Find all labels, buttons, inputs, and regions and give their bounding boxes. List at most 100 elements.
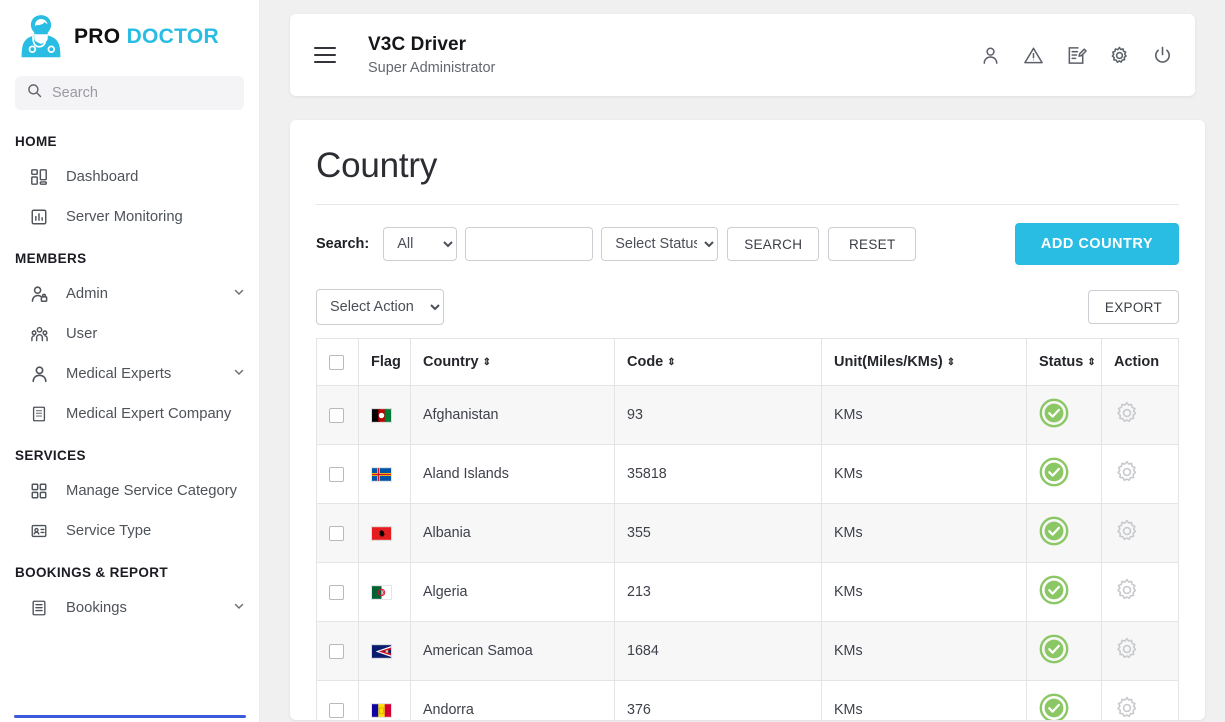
- grid-squares-icon: [28, 480, 50, 502]
- code-cell: 93: [615, 386, 822, 445]
- sidebar-item-admin[interactable]: Admin: [0, 274, 259, 314]
- column-label: Status: [1039, 354, 1083, 370]
- flag-icon: [371, 703, 392, 718]
- row-select-cell: [317, 681, 359, 721]
- flag-cell: [359, 681, 411, 721]
- column-header-status[interactable]: Status ⇕: [1027, 339, 1102, 386]
- column-header-action: Action: [1102, 339, 1179, 386]
- gear-icon[interactable]: [1114, 459, 1140, 485]
- code-cell: 213: [615, 563, 822, 622]
- green-check-circle-icon[interactable]: [1039, 516, 1069, 546]
- row-select-cell: [317, 622, 359, 681]
- settings-gear-icon[interactable]: [1109, 45, 1130, 66]
- select-all-checkbox[interactable]: [329, 355, 344, 370]
- country-cell: American Samoa: [411, 622, 615, 681]
- column-label: Country: [423, 354, 479, 370]
- sort-icon[interactable]: ⇕: [947, 358, 955, 368]
- column-label: Unit(Miles/KMs): [834, 354, 943, 370]
- row-checkbox[interactable]: [329, 644, 344, 659]
- export-button[interactable]: EXPORT: [1088, 290, 1179, 324]
- action-cell: [1102, 622, 1179, 681]
- table-body: Afghanistan93KMsAland Islands35818KMsAlb…: [317, 386, 1179, 721]
- column-header-select-all: [317, 339, 359, 386]
- green-check-circle-icon[interactable]: [1039, 398, 1069, 428]
- row-checkbox[interactable]: [329, 526, 344, 541]
- nav-section-home: HOME: [0, 120, 259, 157]
- filter-bar: Search: All Select Status SEARCH RESET A…: [316, 223, 1179, 265]
- content-card: Country Search: All Select Status SEARCH…: [290, 120, 1205, 720]
- row-checkbox[interactable]: [329, 467, 344, 482]
- row-checkbox[interactable]: [329, 408, 344, 423]
- column-header-country[interactable]: Country ⇕: [411, 339, 615, 386]
- profile-icon[interactable]: [980, 45, 1001, 66]
- table-toolbar: Select Action EXPORT: [316, 289, 1179, 325]
- nav-section-services: SERVICES: [0, 434, 259, 471]
- sidebar-item-medical-expert-company[interactable]: Medical Expert Company: [0, 394, 259, 434]
- code-cell: 376: [615, 681, 822, 721]
- country-cell: Albania: [411, 504, 615, 563]
- alert-triangle-icon[interactable]: [1023, 45, 1044, 66]
- hamburger-icon[interactable]: [314, 47, 336, 63]
- sidebar-search-box[interactable]: Search: [15, 76, 244, 110]
- topbar-titles: V3C Driver Super Administrator: [368, 34, 980, 76]
- sidebar-item-medical-experts[interactable]: Medical Experts: [0, 354, 259, 394]
- search-button[interactable]: SEARCH: [727, 227, 819, 261]
- unit-cell: KMs: [822, 445, 1027, 504]
- chevron-down-icon[interactable]: [233, 286, 245, 302]
- row-checkbox[interactable]: [329, 703, 344, 718]
- search-field-select[interactable]: All: [383, 227, 457, 261]
- add-country-button[interactable]: ADD COUNTRY: [1015, 223, 1179, 265]
- code-cell: 355: [615, 504, 822, 563]
- green-check-circle-icon[interactable]: [1039, 693, 1069, 720]
- chevron-down-icon[interactable]: [233, 600, 245, 616]
- gear-icon[interactable]: [1114, 695, 1140, 720]
- column-header-unit[interactable]: Unit(Miles/KMs) ⇕: [822, 339, 1027, 386]
- reset-button[interactable]: RESET: [828, 227, 916, 261]
- row-select-cell: [317, 445, 359, 504]
- gear-icon[interactable]: [1114, 400, 1140, 426]
- search-icon: [27, 83, 42, 103]
- country-table: Flag Country⇕ Code⇕ Unit(Miles/KMs)⇕ Sta…: [316, 338, 1179, 720]
- status-select[interactable]: Select Status: [601, 227, 718, 261]
- bulk-action-select[interactable]: Select Action: [316, 289, 444, 325]
- sidebar-item-label: Manage Service Category: [66, 482, 245, 501]
- flag-cell: [359, 563, 411, 622]
- sidebar-item-bookings[interactable]: Bookings: [0, 588, 259, 628]
- status-cell: [1027, 445, 1102, 504]
- topbar-subtitle: Super Administrator: [368, 60, 980, 76]
- sidebar-nav: HOME Dashboard: [0, 120, 259, 628]
- sidebar-item-server-monitoring[interactable]: Server Monitoring: [0, 197, 259, 237]
- column-header-code[interactable]: Code⇕: [615, 339, 822, 386]
- unit-cell: KMs: [822, 563, 1027, 622]
- gear-icon[interactable]: [1114, 577, 1140, 603]
- green-check-circle-icon[interactable]: [1039, 575, 1069, 605]
- status-cell: [1027, 504, 1102, 563]
- sort-icon[interactable]: ⇕: [1087, 358, 1095, 368]
- sidebar-item-label: Dashboard: [66, 168, 245, 187]
- green-check-circle-icon[interactable]: [1039, 634, 1069, 664]
- green-check-circle-icon[interactable]: [1039, 457, 1069, 487]
- sidebar-item-dashboard[interactable]: Dashboard: [0, 157, 259, 197]
- dashboard-grid-icon: [28, 166, 50, 188]
- brand-logo-area[interactable]: PRO DOCTOR: [0, 0, 259, 72]
- gear-icon[interactable]: [1114, 518, 1140, 544]
- sort-icon[interactable]: ⇕: [667, 358, 675, 368]
- sidebar-item-manage-service-category[interactable]: Manage Service Category: [0, 471, 259, 511]
- search-input[interactable]: [465, 227, 593, 261]
- flag-cell: [359, 445, 411, 504]
- sidebar-item-user[interactable]: User: [0, 314, 259, 354]
- unit-cell: KMs: [822, 386, 1027, 445]
- sidebar-scrollbar[interactable]: [14, 715, 246, 718]
- power-icon[interactable]: [1152, 45, 1173, 66]
- row-checkbox[interactable]: [329, 585, 344, 600]
- sidebar-item-service-type[interactable]: Service Type: [0, 511, 259, 551]
- gear-icon[interactable]: [1114, 636, 1140, 662]
- sidebar-item-label: Medical Expert Company: [66, 405, 245, 424]
- row-select-cell: [317, 386, 359, 445]
- row-select-cell: [317, 504, 359, 563]
- sidebar: PRO DOCTOR Search HOME Dashboard: [0, 0, 260, 722]
- sort-icon[interactable]: ⇕: [483, 358, 491, 368]
- chevron-down-icon[interactable]: [233, 366, 245, 382]
- edit-document-icon[interactable]: [1066, 45, 1087, 66]
- status-cell: [1027, 386, 1102, 445]
